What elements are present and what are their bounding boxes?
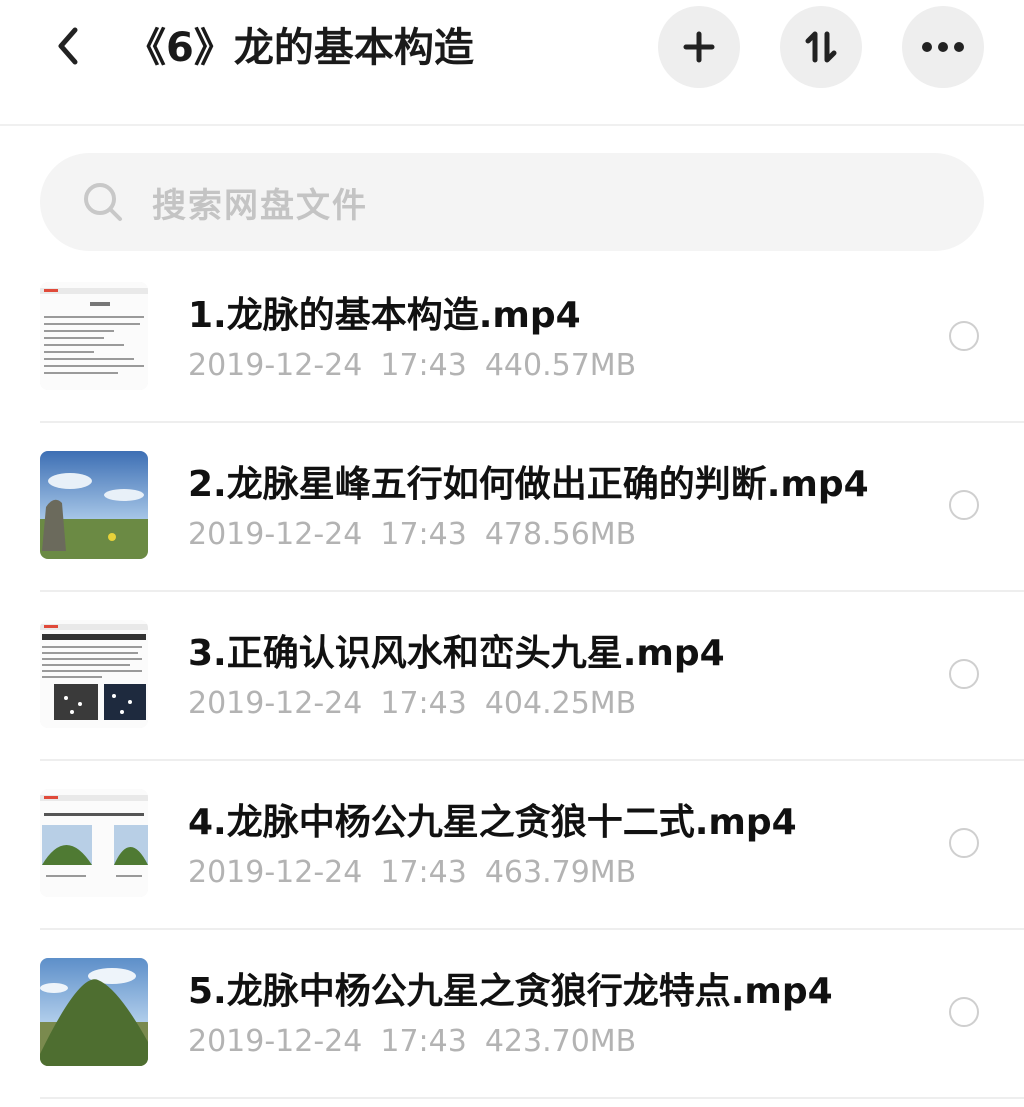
file-time: 17:43 xyxy=(380,686,467,721)
back-button[interactable] xyxy=(44,22,92,70)
file-size: 463.79MB xyxy=(484,855,637,890)
file-meta: 2019-12-24 17:43 463.79MB xyxy=(188,853,636,893)
file-size: 440.57MB xyxy=(484,348,637,383)
file-list: 1.龙脉的基本构造.mp4 2019-12-24 17:43 440.57MB xyxy=(0,254,1024,1099)
file-thumbnail xyxy=(40,958,148,1066)
file-date: 2019-12-24 xyxy=(188,348,363,383)
divider xyxy=(40,1097,1024,1099)
file-date: 2019-12-24 xyxy=(188,686,363,721)
file-meta: 2019-12-24 17:43 423.70MB xyxy=(188,1022,636,1062)
plus-icon xyxy=(683,31,715,63)
select-radio[interactable] xyxy=(949,490,979,520)
file-time: 17:43 xyxy=(380,855,467,890)
select-radio[interactable] xyxy=(949,828,979,858)
more-icon xyxy=(922,42,964,52)
select-radio[interactable] xyxy=(949,321,979,351)
file-time: 17:43 xyxy=(380,1024,467,1059)
search-input[interactable]: 搜索网盘文件 xyxy=(40,153,984,251)
header-bar: 《6》龙的基本构造 xyxy=(0,0,1024,126)
file-date: 2019-12-24 xyxy=(188,1024,363,1059)
search-placeholder: 搜索网盘文件 xyxy=(152,185,368,226)
file-date: 2019-12-24 xyxy=(188,855,363,890)
file-row[interactable]: 1.龙脉的基本构造.mp4 2019-12-24 17:43 440.57MB xyxy=(0,254,1024,423)
file-thumbnail xyxy=(40,451,148,559)
file-time: 17:43 xyxy=(380,517,467,552)
file-name: 3.正确认识风水和峦头九星.mp4 xyxy=(188,633,725,674)
file-thumbnail xyxy=(40,620,148,728)
search-icon xyxy=(84,183,122,221)
sort-button[interactable] xyxy=(780,6,862,88)
file-meta: 2019-12-24 17:43 404.25MB xyxy=(188,684,636,724)
file-time: 17:43 xyxy=(380,348,467,383)
chevron-left-icon xyxy=(58,27,78,65)
file-row[interactable]: 2.龙脉星峰五行如何做出正确的判断.mp4 2019-12-24 17:43 4… xyxy=(0,423,1024,592)
file-meta: 2019-12-24 17:43 440.57MB xyxy=(188,346,636,386)
select-radio[interactable] xyxy=(949,659,979,689)
file-meta: 2019-12-24 17:43 478.56MB xyxy=(188,515,636,555)
file-name: 1.龙脉的基本构造.mp4 xyxy=(188,295,581,336)
more-button[interactable] xyxy=(902,6,984,88)
file-row[interactable]: 4.龙脉中杨公九星之贪狼十二式.mp4 2019-12-24 17:43 463… xyxy=(0,761,1024,930)
file-thumbnail xyxy=(40,789,148,897)
add-button[interactable] xyxy=(658,6,740,88)
file-name: 2.龙脉星峰五行如何做出正确的判断.mp4 xyxy=(188,464,869,505)
file-size: 423.70MB xyxy=(484,1024,637,1059)
page-title: 《6》龙的基本构造 xyxy=(126,25,474,71)
file-thumbnail xyxy=(40,282,148,390)
file-row[interactable]: 3.正确认识风水和峦头九星.mp4 2019-12-24 17:43 404.2… xyxy=(0,592,1024,761)
file-name: 5.龙脉中杨公九星之贪狼行龙特点.mp4 xyxy=(188,971,833,1012)
select-radio[interactable] xyxy=(949,997,979,1027)
file-size: 404.25MB xyxy=(484,686,637,721)
sort-icon xyxy=(805,31,837,63)
file-size: 478.56MB xyxy=(484,517,637,552)
file-row[interactable]: 5.龙脉中杨公九星之贪狼行龙特点.mp4 2019-12-24 17:43 42… xyxy=(0,930,1024,1099)
file-name: 4.龙脉中杨公九星之贪狼十二式.mp4 xyxy=(188,802,797,843)
file-date: 2019-12-24 xyxy=(188,517,363,552)
